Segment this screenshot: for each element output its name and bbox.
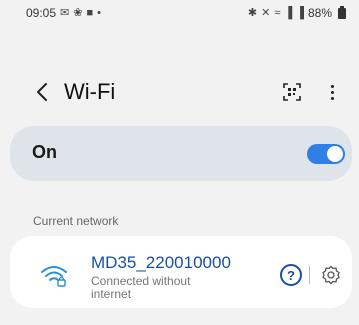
chevron-left-icon (37, 83, 47, 101)
wifi-toggle-label: On (32, 142, 57, 162)
gear-icon (322, 265, 340, 285)
network-settings-button[interactable] (319, 263, 343, 287)
help-button[interactable]: ? (280, 264, 302, 286)
header: Wi-Fi (0, 72, 359, 112)
switch-knob (327, 146, 343, 162)
more-vertical-icon (330, 84, 334, 88)
more-options-button[interactable] (322, 79, 342, 105)
wifi-toggle-row[interactable]: On (10, 126, 352, 181)
handshake-icon: ❀ (73, 6, 83, 19)
mail-icon: ✉ (60, 6, 70, 19)
status-right: ✱ ✕ ≈ ▐ ▐ 88% (247, 5, 346, 20)
status-bar: 09:05 ✉ ❀ ■ • ✱ ✕ ≈ ▐ ▐ 88% (0, 0, 359, 26)
status-left: 09:05 ✉ ❀ ■ • (26, 6, 101, 20)
wifi-lock-icon (41, 266, 67, 287)
help-icon: ? (287, 267, 295, 283)
battery-level: 88% (307, 6, 332, 20)
wifi-switch[interactable] (307, 144, 345, 164)
status-time: 09:05 (26, 6, 57, 20)
network-status: Connected without internet (91, 274, 191, 301)
current-network-heading: Current network (33, 214, 119, 228)
qr-scan-icon (283, 83, 301, 101)
battery-icon (338, 5, 346, 19)
volte-signal-icon: ▐ (284, 6, 293, 19)
video-icon: ■ (86, 6, 94, 19)
bluetooth-icon: ✱ (247, 6, 258, 19)
action-divider (309, 266, 310, 284)
wifi-signal-icon: ≈ (274, 6, 281, 19)
qr-scan-button[interactable] (279, 79, 305, 105)
network-name: MD35_220010000 (91, 253, 231, 272)
dot-icon: • (97, 6, 101, 19)
volte-signal-icon: ▐ (296, 6, 304, 19)
back-button[interactable] (30, 76, 54, 108)
mute-icon: ✕ (261, 6, 271, 19)
page-title: Wi-Fi (64, 79, 116, 104)
